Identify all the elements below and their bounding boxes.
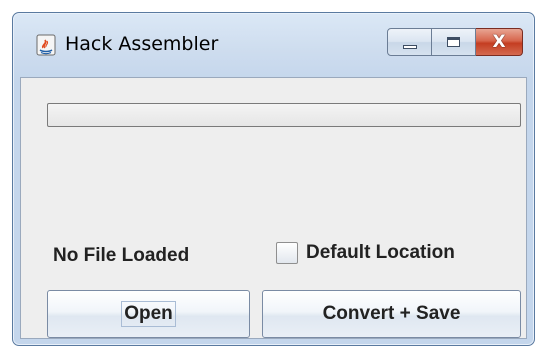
default-location-option[interactable]: Default Location bbox=[276, 242, 455, 264]
minimize-icon bbox=[402, 44, 417, 49]
open-button-label: Open bbox=[121, 301, 176, 327]
title-bar[interactable]: Hack Assembler X bbox=[13, 13, 534, 79]
default-location-checkbox[interactable] bbox=[276, 242, 298, 264]
close-button[interactable]: X bbox=[476, 28, 523, 56]
client-area: No File Loaded Default Location Open Con… bbox=[20, 77, 527, 339]
open-button[interactable]: Open bbox=[47, 290, 250, 338]
java-icon bbox=[36, 34, 56, 56]
minimize-button[interactable] bbox=[387, 28, 432, 56]
window-title: Hack Assembler bbox=[65, 33, 219, 55]
default-location-label: Default Location bbox=[306, 242, 455, 263]
app-window: Hack Assembler X No File Loaded Default … bbox=[12, 12, 535, 346]
convert-save-button-label: Convert + Save bbox=[322, 303, 461, 324]
maximize-icon bbox=[447, 37, 460, 47]
maximize-button[interactable] bbox=[432, 28, 476, 56]
progress-bar bbox=[47, 103, 521, 127]
close-icon: X bbox=[492, 31, 506, 52]
caption-buttons: X bbox=[387, 28, 523, 56]
status-label: No File Loaded bbox=[53, 245, 190, 266]
convert-save-button[interactable]: Convert + Save bbox=[262, 290, 521, 338]
